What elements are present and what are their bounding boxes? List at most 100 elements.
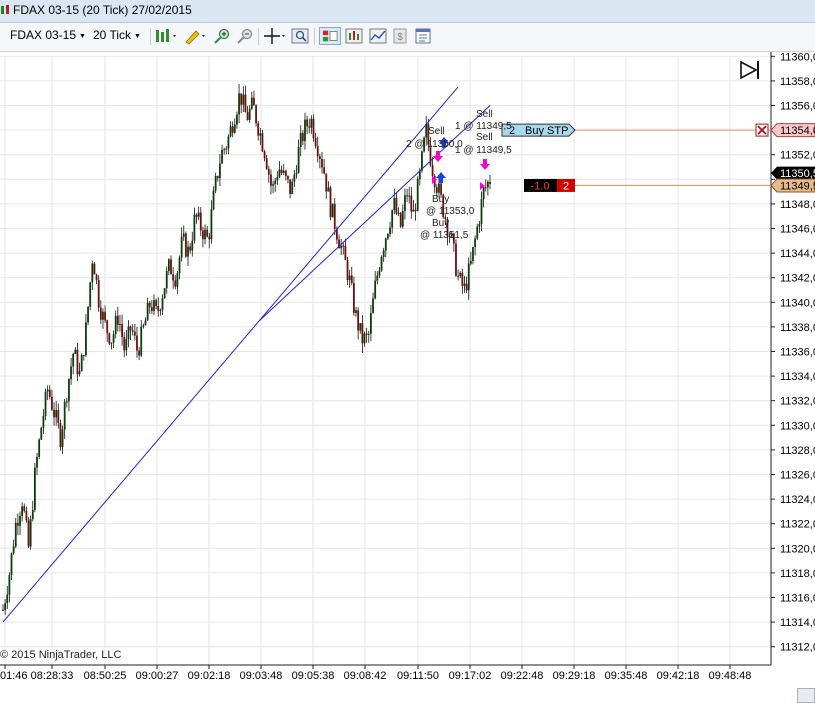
candle-body: [240, 93, 243, 105]
candle-body: [21, 506, 24, 516]
price-chart[interactable]: 11360,0 11358,0 11356,0 11354,0 11352,0 11350…: [0, 52, 815, 703]
execution-side: Buy: [432, 218, 449, 229]
candle-body: [184, 233, 187, 257]
execution-detail: 1 @ 11349,5: [455, 145, 512, 156]
candle: [316, 136, 319, 163]
execution-detail: @ 11351,5: [420, 230, 469, 241]
candle: [110, 342, 113, 350]
candle-body: [74, 349, 77, 354]
candle: [476, 223, 479, 241]
candle-body: [333, 203, 336, 229]
candle-body: [344, 245, 347, 261]
strategies-icon[interactable]: $: [392, 27, 408, 45]
candle-body: [199, 212, 202, 231]
candle: [384, 237, 387, 258]
candle: [51, 389, 53, 412]
candle-body: [346, 260, 349, 281]
candle-body: [38, 439, 41, 457]
candle: [72, 352, 75, 375]
candle: [382, 247, 385, 262]
candle: [210, 200, 213, 244]
candle: [19, 511, 21, 536]
candle: [216, 175, 219, 182]
candle: [199, 207, 202, 237]
candle-body: [382, 250, 385, 257]
crosshair-icon[interactable]: [263, 27, 287, 45]
candle-body: [372, 298, 374, 314]
candle: [140, 320, 143, 358]
bar-style-icon[interactable]: [153, 27, 179, 45]
cancel-order-icon[interactable]: [755, 123, 769, 137]
candle-body: [153, 300, 155, 312]
candle: [108, 332, 111, 346]
candle: [274, 178, 277, 192]
horizontal-scrollbar-thumb[interactable]: [797, 688, 815, 703]
candle-body: [459, 272, 462, 277]
candle-body: [401, 210, 404, 227]
position-price-tag: 11349,5: [780, 180, 815, 192]
candle-body: [97, 280, 100, 308]
candle-body: [480, 199, 483, 224]
candle: [304, 112, 306, 150]
candle-body: [91, 263, 94, 283]
play-pause-icon[interactable]: [740, 60, 759, 80]
candle-body: [314, 138, 317, 147]
price-axis: 11360,0 11358,0 11356,0 11354,0 11352,0 11350…: [771, 52, 815, 654]
interval-selector[interactable]: 20 Tick ▼: [93, 28, 141, 44]
drawing-tool-icon[interactable]: [182, 27, 208, 45]
position-label[interactable]: -1.0 2: [524, 178, 575, 193]
candle-body: [82, 355, 85, 357]
candle: [480, 191, 483, 232]
stop-order-label[interactable]: 2 Buy STP: [501, 123, 576, 137]
chart-trader-icon[interactable]: [319, 27, 341, 45]
candle: [412, 200, 415, 212]
candle: [12, 539, 15, 555]
candle-body: [435, 187, 438, 193]
candle-body: [348, 275, 351, 281]
candle-body: [182, 233, 185, 237]
candle: [146, 297, 149, 321]
data-series-icon[interactable]: [344, 27, 364, 45]
candle: [197, 206, 200, 221]
candle-body: [270, 174, 272, 186]
candle-body: [127, 326, 130, 340]
candle-body: [138, 350, 141, 356]
candle-body: [33, 467, 36, 510]
candle: [214, 172, 217, 194]
properties-icon[interactable]: [414, 27, 432, 45]
candle-body: [384, 238, 387, 251]
candle: [204, 224, 206, 245]
zoom-in-icon[interactable]: [212, 27, 232, 45]
candle-body: [304, 119, 306, 142]
magnifier-icon[interactable]: [290, 27, 310, 45]
position-quantity: 2: [563, 180, 569, 192]
candle: [255, 104, 257, 127]
svg-text:$: $: [397, 32, 403, 43]
candle-body: [187, 246, 189, 257]
trendline-group[interactable]: [2, 86, 491, 623]
candle-body: [87, 306, 89, 323]
indicators-icon[interactable]: [368, 27, 388, 45]
candle-body: [236, 114, 238, 125]
candle-body: [250, 97, 253, 109]
candle-body: [221, 149, 223, 164]
candle-body: [142, 325, 145, 327]
candle: [187, 240, 189, 267]
candle: [38, 438, 41, 460]
candle: [291, 178, 294, 195]
candle-body: [48, 389, 51, 397]
candle-body: [59, 422, 62, 448]
candle: [361, 315, 364, 353]
time-label: 08:28:33: [31, 670, 74, 682]
price-label: 11352,0: [780, 150, 815, 162]
candle-body: [136, 335, 138, 351]
zoom-out-icon[interactable]: [235, 27, 255, 45]
candle: [157, 297, 160, 317]
candle-body: [289, 179, 291, 194]
candle: [57, 403, 60, 429]
time-label: 09:08:42: [344, 670, 387, 682]
stop-price-tag: 11354,0: [780, 125, 815, 137]
candle: [121, 314, 123, 346]
trendline[interactable]: [2, 86, 459, 623]
instrument-selector[interactable]: FDAX 03-15 ▼: [10, 28, 86, 44]
